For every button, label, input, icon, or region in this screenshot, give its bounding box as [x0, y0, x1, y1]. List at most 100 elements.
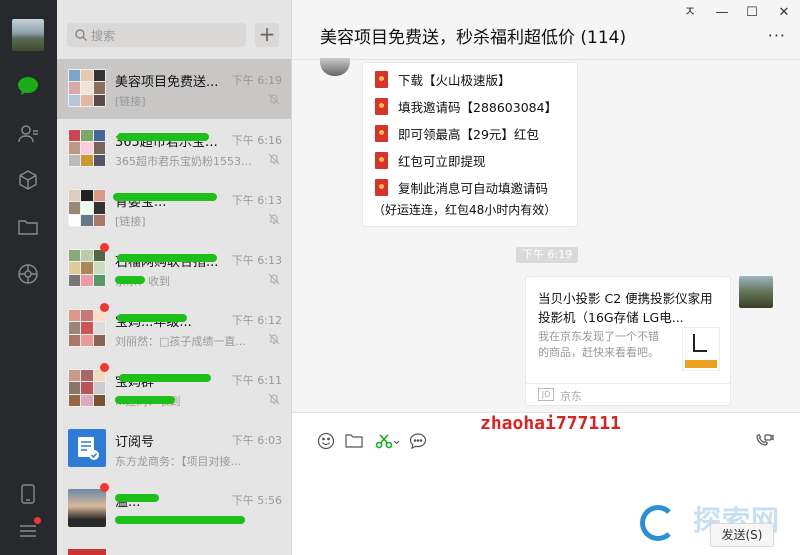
redaction-mark [117, 314, 187, 322]
chat-list: 搜索 + 美容项目免费送... 下午 6:19 [链接] 365超市君乐宝奶..… [57, 0, 292, 555]
moments-icon[interactable] [15, 261, 41, 287]
my-message-avatar[interactable] [739, 276, 773, 308]
avatar [68, 129, 106, 167]
message-footer: （好运连连，红包48小时内有效） [373, 203, 557, 217]
sender-avatar[interactable] [320, 58, 350, 76]
mute-icon [268, 153, 280, 165]
more-options-button[interactable]: ··· [768, 26, 786, 45]
redaction-mark [113, 193, 217, 201]
page-title: 美容项目免费送，秒杀福利超低价 (114) [320, 28, 627, 48]
send-button[interactable]: 发送(S) [710, 523, 774, 547]
redaction-mark [119, 374, 211, 382]
mute-icon [268, 333, 280, 345]
overlay-text: zhaohai777111 [480, 413, 621, 434]
next-avatar-edge [68, 549, 106, 555]
redaction-mark [117, 254, 217, 262]
chat-time: 下午 6:16 [231, 134, 282, 147]
red-packet-icon [375, 179, 388, 196]
my-avatar[interactable] [12, 19, 44, 51]
red-packet-icon [375, 71, 388, 88]
redaction-mark [115, 516, 245, 524]
mute-icon [268, 93, 280, 105]
emoji-icon[interactable] [316, 431, 336, 451]
redaction-mark [115, 396, 175, 404]
chat-time: 下午 6:13 [231, 194, 282, 207]
chat-icon[interactable] [15, 73, 41, 99]
search-icon [75, 29, 87, 41]
message-bubble[interactable]: 下载【火山极速版】 填我邀请码【288603084】 即可领最高【29元】红包 … [362, 62, 578, 227]
message-line: 复制此消息可自动填邀请码 [363, 174, 577, 201]
redaction-mark [115, 276, 145, 284]
mute-icon [268, 393, 280, 405]
chat-time: 下午 6:19 [231, 74, 282, 87]
chat-preview: 东方龙商务：【项目对接... [115, 455, 241, 468]
chat-time: 下午 6:13 [231, 254, 282, 267]
chat-history-icon[interactable] [408, 431, 428, 451]
chat-preview: [链接] [115, 215, 146, 228]
chat-item[interactable]: 宝妈群 下午 6:11 ...建同：收到 [57, 359, 291, 419]
jd-logo-icon: JD [538, 388, 554, 401]
file-icon[interactable] [344, 431, 364, 451]
search-placeholder: 搜索 [91, 29, 116, 43]
pin-button[interactable]: ㅈ [676, 4, 704, 22]
folder-icon[interactable] [15, 214, 41, 240]
chat-item[interactable]: 石榴网购联合指... 下午 6:13 京东：收到 [57, 239, 291, 299]
input-area[interactable]: zhaohai777111 探索网 发送(S) [292, 412, 800, 555]
red-packet-icon [375, 152, 388, 169]
card-thumbnail [682, 327, 720, 371]
card-title: 当贝小投影 C2 便携投影仪家用投影机（16G存储 LG电... [538, 291, 713, 325]
avatar [68, 489, 106, 527]
minimize-button[interactable]: — [708, 4, 736, 22]
link-card[interactable]: 当贝小投影 C2 便携投影仪家用投影机（16G存储 LG电... 我在京东发现了… [525, 276, 731, 406]
chat-name: 订阅号 [115, 435, 155, 450]
menu-badge [34, 517, 41, 524]
chat-item[interactable]: 宝妈...年级... 下午 6:12 刘丽然：□孩子成绩一直... [57, 299, 291, 359]
chat-item[interactable]: 365超市君乐宝奶... 下午 6:16 365超市君乐宝奶粉1553... [57, 119, 291, 179]
red-packet-icon [375, 125, 388, 142]
search-input[interactable]: 搜索 [67, 23, 246, 47]
add-chat-button[interactable]: + [255, 23, 279, 47]
chat-name: 美容项目免费送... [115, 75, 219, 90]
chat-item[interactable]: 温... 下午 5:56 ... [57, 479, 291, 539]
video-call-icon[interactable] [754, 431, 774, 451]
chat-time: 下午 6:03 [231, 434, 282, 447]
avatar [68, 69, 106, 107]
chat-preview: 365超市君乐宝奶粉1553... [115, 155, 252, 168]
chat-time: 下午 6:12 [231, 314, 282, 327]
chat-item[interactable]: 订阅号 下午 6:03 东方龙商务：【项目对接... [57, 419, 291, 479]
message-line: 填我邀请码【288603084】 [363, 93, 577, 120]
message-line: 即可领最高【29元】红包 [363, 120, 577, 147]
message-line: 红包可立即提现 [363, 147, 577, 174]
conversation-pane: 美容项目免费送，秒杀福利超低价 (114) ㅈ — ☐ ✕ ··· 下载【火山极… [292, 0, 800, 555]
chat-time: 下午 5:56 [231, 494, 282, 507]
red-packet-icon [375, 98, 388, 115]
chat-preview: [链接] [115, 95, 146, 108]
chat-preview: 刘丽然：□孩子成绩一直... [115, 335, 246, 348]
mute-icon [268, 273, 280, 285]
redaction-mark [117, 133, 209, 141]
card-footer: JD 京东 [526, 383, 730, 405]
chat-item[interactable]: 育婴宝... 下午 6:13 [链接] [57, 179, 291, 239]
contacts-icon[interactable] [15, 121, 41, 147]
chat-time: 下午 6:11 [231, 374, 282, 387]
close-button[interactable]: ✕ [770, 4, 798, 22]
avatar [68, 189, 106, 227]
maximize-button[interactable]: ☐ [738, 4, 766, 22]
chat-item[interactable]: 美容项目免费送... 下午 6:19 [链接] [57, 59, 291, 119]
cube-icon[interactable] [15, 167, 41, 193]
subscription-icon [68, 429, 106, 467]
watermark-logo-icon [640, 505, 676, 541]
avatar [68, 309, 106, 347]
unread-badge [100, 363, 109, 372]
redaction-mark [115, 494, 159, 502]
avatar [68, 249, 106, 287]
mute-icon [268, 213, 280, 225]
phone-icon[interactable] [15, 481, 41, 507]
unread-badge [100, 303, 109, 312]
card-description: 我在京东发现了一个不错的商品，赶快来看看吧。 [538, 330, 659, 359]
screenshot-icon[interactable] [374, 431, 402, 451]
card-source: 京东 [560, 390, 582, 403]
message-line: 下载【火山极速版】 [363, 66, 577, 93]
conversation-header: 美容项目免费送，秒杀福利超低价 (114) ㅈ — ☐ ✕ ··· [292, 0, 800, 60]
unread-badge [100, 483, 109, 492]
